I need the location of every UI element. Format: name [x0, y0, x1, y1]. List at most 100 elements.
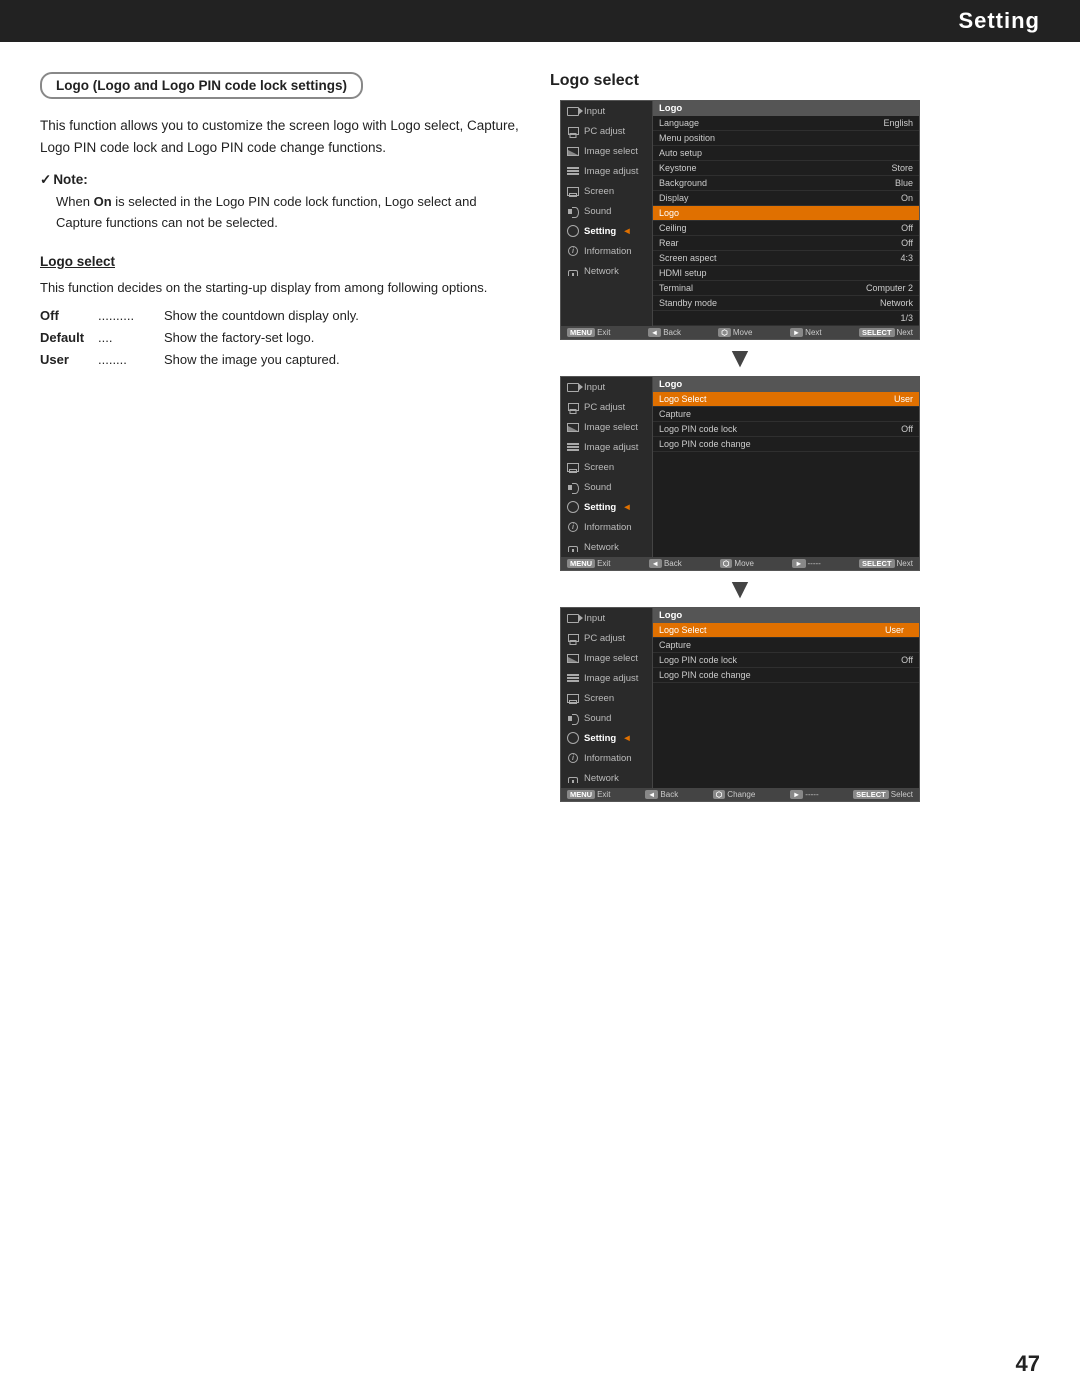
osd-section-header-2: Logo [653, 377, 919, 392]
osd-row-keystone: KeystoneStore [653, 161, 919, 176]
image-adjust-icon-2 [566, 440, 580, 454]
subsection-intro: This function decides on the starting-up… [40, 277, 520, 299]
sidebar-pcadjust: PC adjust [561, 121, 652, 141]
osd-row-pinlock-3: Logo PIN code lockOff [653, 653, 919, 668]
osd-row-logoselect-2: Logo SelectUser [653, 392, 919, 407]
osd-screen-1: Input PC adjust Image select Image [560, 100, 920, 340]
info-icon: i [566, 244, 580, 258]
osd-row-screenaspect: Screen aspect4:3 [653, 251, 919, 266]
setting-icon-3 [566, 731, 580, 745]
input-icon-2 [566, 380, 580, 394]
osd-row-hdmi: HDMI setup [653, 266, 919, 281]
osd-screen-3: Input PC adjust Image select Image [560, 607, 920, 802]
osd-row-logo: Logo [653, 206, 919, 221]
left-column: Logo (Logo and Logo PIN code lock settin… [40, 72, 520, 802]
osd-row-logoselect-3: Logo Select User ⬡ [653, 623, 919, 638]
option-off: Off .......... Show the countdown displa… [40, 305, 520, 327]
sidebar-network-3: Network [561, 768, 652, 788]
sidebar-setting-3: Setting ◄ [561, 728, 652, 748]
osd-row-menupos: Menu position [653, 131, 919, 146]
osd-sidebar-2: Input PC adjust Image select Image [561, 377, 653, 557]
sidebar-imageselect-2: Image select [561, 417, 652, 437]
sidebar-sound-1: Sound [561, 201, 652, 221]
pc-icon [566, 124, 580, 138]
image-select-icon-2 [566, 420, 580, 434]
osd-footer-1: MENUExit ◄Back ⬡Move ►Next SELECTNext [561, 326, 919, 339]
setting-icon [566, 224, 580, 238]
sidebar-pcadjust-3: PC adjust [561, 628, 652, 648]
input-icon [566, 104, 580, 118]
sidebar-screen: Screen [561, 181, 652, 201]
osd-main-1: Logo LanguageEnglish Menu position Auto … [653, 101, 919, 326]
sidebar-imageselect-3: Image select [561, 648, 652, 668]
osd-row-autosetup: Auto setup [653, 146, 919, 161]
info-icon-2: i [566, 520, 580, 534]
osd-sidebar-1: Input PC adjust Image select Image [561, 101, 653, 326]
image-select-icon-3 [566, 651, 580, 665]
pc-icon-2 [566, 400, 580, 414]
osd-main-2: Logo Logo SelectUser Capture Logo PIN co… [653, 377, 919, 557]
image-select-icon [566, 144, 580, 158]
osd-main-3: Logo Logo Select User ⬡ Capture Logo PIN… [653, 608, 919, 788]
osd-row-pinlock-2: Logo PIN code lockOff [653, 422, 919, 437]
osd-section-header-1: Logo [653, 101, 919, 116]
setting-icon-2 [566, 500, 580, 514]
osd-row-standby: Standby modeNetwork [653, 296, 919, 311]
right-section-title: Logo select [550, 72, 930, 90]
sidebar-setting-2: Setting ◄ [561, 497, 652, 517]
section-body-text: This function allows you to customize th… [40, 115, 520, 158]
sidebar-input-3: Input [561, 608, 652, 628]
sound-icon-3 [566, 711, 580, 725]
image-adjust-icon-3 [566, 671, 580, 685]
sidebar-setting: Setting ◄ [561, 221, 652, 241]
screen-icon [566, 184, 580, 198]
osd-row-rear: RearOff [653, 236, 919, 251]
osd-sidebar-3: Input PC adjust Image select Image [561, 608, 653, 788]
network-icon [566, 264, 580, 278]
pc-icon-3 [566, 631, 580, 645]
sidebar-input: Input [561, 101, 652, 121]
osd-row-pinchange-2: Logo PIN code change [653, 437, 919, 452]
osd-row-capture-2: Capture [653, 407, 919, 422]
down-arrow-1: ▼ [725, 340, 755, 376]
input-icon-3 [566, 611, 580, 625]
section-heading: Logo (Logo and Logo PIN code lock settin… [40, 72, 363, 99]
sidebar-pcadjust-2: PC adjust [561, 397, 652, 417]
page-title: Setting [958, 8, 1040, 33]
page-number: 47 [1016, 1351, 1040, 1377]
sidebar-info-2: i Information [561, 517, 652, 537]
screen-icon-3 [566, 691, 580, 705]
sound-icon [566, 204, 580, 218]
sidebar-imageadjust-2: Image adjust [561, 437, 652, 457]
osd-section-header-3: Logo [653, 608, 919, 623]
sidebar-network: Network [561, 261, 652, 281]
network-icon-3 [566, 771, 580, 785]
osd-footer-3: MENUExit ◄Back ⬡Change ►----- SELECTSele… [561, 788, 919, 801]
sidebar-screen-2: Screen [561, 457, 652, 477]
sidebar-info: i Information [561, 241, 652, 261]
sidebar-imageadjust-3: Image adjust [561, 668, 652, 688]
sidebar-screen-3: Screen [561, 688, 652, 708]
info-icon-3: i [566, 751, 580, 765]
sidebar-input-2: Input [561, 377, 652, 397]
osd-row-pinchange-3: Logo PIN code change [653, 668, 919, 683]
page-header: Setting [0, 0, 1080, 42]
sidebar-network-2: Network [561, 537, 652, 557]
note-label: Note: [40, 172, 520, 188]
image-adjust-icon [566, 164, 580, 178]
screen-icon-2 [566, 460, 580, 474]
osd-row-terminal: TerminalComputer 2 [653, 281, 919, 296]
sidebar-sound-3: Sound [561, 708, 652, 728]
sidebar-imageadjust: Image adjust [561, 161, 652, 181]
subsection-body: This function decides on the starting-up… [40, 277, 520, 371]
sidebar-imageselect: Image select [561, 141, 652, 161]
sidebar-sound-2: Sound [561, 477, 652, 497]
osd-row-capture-3: Capture [653, 638, 919, 653]
network-icon-2 [566, 540, 580, 554]
osd-footer-2: MENUExit ◄Back ⬡Move ►----- SELECTNext [561, 557, 919, 570]
option-user: User ........ Show the image you capture… [40, 349, 520, 371]
down-arrow-2: ▼ [725, 571, 755, 607]
option-default: Default .... Show the factory-set logo. [40, 327, 520, 349]
osd-row-background: BackgroundBlue [653, 176, 919, 191]
osd-screen-2: Input PC adjust Image select Image [560, 376, 920, 571]
